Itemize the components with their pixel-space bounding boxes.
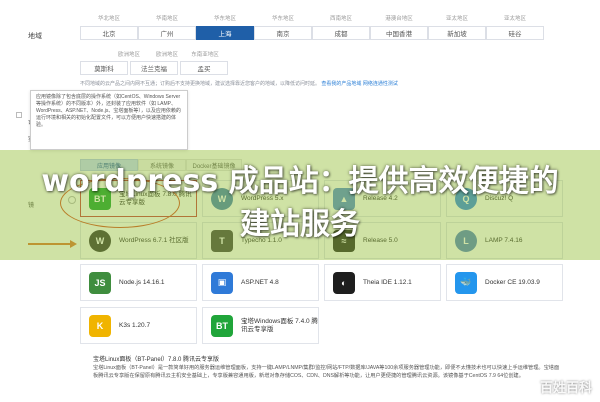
image-card-name: K3s 1.20.7 [119, 321, 151, 329]
region-group-tag: 华东地区 [271, 16, 294, 22]
network-test-link[interactable]: 网络连通性测试 [363, 81, 398, 87]
region-group-tag: 华东地区 [213, 16, 236, 22]
region-group-tag: 亚太地区 [445, 16, 468, 22]
region-group-tag: 东南亚地区 [191, 52, 219, 58]
banner-title: wordpress 成品站：提供高效便捷的建站服务 [41, 164, 559, 242]
checkbox[interactable] [16, 112, 22, 118]
image-card-docker[interactable]: 🐳 Docker CE 19.03.9 [446, 264, 563, 301]
image-card-aspnet[interactable]: ▣ ASP.NET 4.8 [202, 264, 319, 301]
region-option-nanjing[interactable]: 南京 [254, 26, 312, 40]
region-note-text: 不同地域的云产品之间内网不互通；订购后不支持更换地域，建议选择靠近您客户的地域，… [80, 81, 321, 87]
image-card-bt-windows[interactable]: BT 宝塔Windows面板 7.4.0 腾讯云专享版 [202, 307, 319, 344]
region-option-mumbai[interactable]: 孟买 [180, 61, 228, 75]
my-regions-link[interactable]: 查看我的产品地域 [321, 81, 361, 87]
theia-icon: ◐ [333, 271, 355, 294]
region-group-tag: 西南地区 [329, 16, 352, 22]
watermark-logo-icon [500, 382, 514, 396]
region-group-tag: 华南地区 [155, 16, 178, 22]
bt-windows-icon: BT [211, 314, 233, 337]
region-group-tag: 港澳台地区 [385, 16, 413, 22]
region-group-tag: 华北地区 [97, 16, 120, 22]
image-card-k3s[interactable]: K K3s 1.20.7 [80, 307, 197, 344]
region-option-shanghai[interactable]: 上海 [196, 26, 254, 40]
image-description-text: 宝塔Linux面板（BT-Panel）是一款简单好用的服务器运维管理面板，支持一… [93, 365, 560, 379]
region-option-moscow[interactable]: 莫斯科 [80, 61, 128, 75]
image-info-tooltip: 应用镜像除了包含底层的操作系统（如CentOS、Windows Server等操… [30, 90, 188, 150]
region-group-tag: 亚太地区 [503, 16, 526, 22]
image-card-theia[interactable]: ◐ Theia IDE 1.12.1 [324, 264, 441, 301]
image-card-name: Docker CE 19.03.9 [485, 278, 540, 286]
image-description-title: 宝塔Linux面板（BT-Panel）7.8.0 腾讯云专享版 [93, 357, 220, 363]
image-card-name: Node.js 14.16.1 [119, 278, 165, 286]
k3s-icon: K [89, 314, 111, 337]
image-card-name: ASP.NET 4.8 [241, 278, 279, 286]
region-option-siliconvalley[interactable]: 硅谷 [486, 26, 544, 40]
nodejs-icon: JS [89, 271, 111, 294]
region-option-singapore[interactable]: 新加坡 [428, 26, 486, 40]
region-option-beijing[interactable]: 北京 [80, 26, 138, 40]
watermark-text: 百姓百科 [539, 380, 592, 395]
aspnet-icon: ▣ [211, 271, 233, 294]
docker-icon: 🐳 [455, 271, 477, 294]
region-option-frankfurt[interactable]: 法兰克福 [130, 61, 178, 75]
region-option-chengdu[interactable]: 成都 [312, 26, 370, 40]
image-card-name: Theia IDE 1.12.1 [363, 278, 412, 286]
image-card-nodejs[interactable]: JS Node.js 14.16.1 [80, 264, 197, 301]
region-label: 地域 [28, 33, 42, 40]
region-option-hongkong[interactable]: 中国香港 [370, 26, 428, 40]
image-card-name: 宝塔Windows面板 7.4.0 腾讯云专享版 [241, 317, 318, 333]
region-note: 不同地域的云产品之间内网不互通；订购后不支持更换地域，建议选择靠近您客户的地域，… [80, 80, 398, 87]
region-option-guangzhou[interactable]: 广州 [138, 26, 196, 40]
